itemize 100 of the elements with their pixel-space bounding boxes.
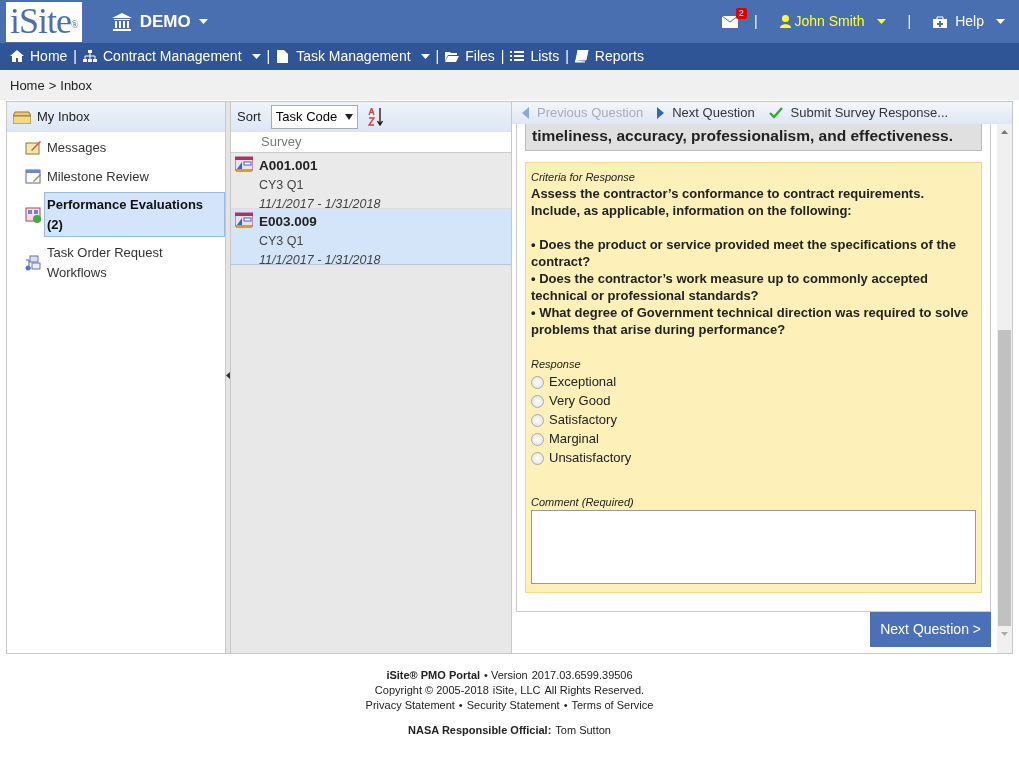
separator: |: [73, 47, 77, 66]
document-icon: [276, 50, 291, 63]
sidebar-item[interactable]: Task Order Request Workflows: [44, 240, 225, 285]
radio-option[interactable]: Very Good: [531, 391, 976, 411]
sidebar-item[interactable]: Messages: [44, 135, 110, 161]
radio-button[interactable]: [531, 394, 544, 408]
option-label: Satisfactory: [549, 411, 617, 430]
scroll-down-arrow-icon: [1001, 632, 1008, 637]
option-label: Unsatisfactory: [549, 449, 632, 468]
radio-option[interactable]: Satisfactory: [531, 410, 976, 430]
survey-code: A001.001: [259, 157, 319, 175]
footer-link[interactable]: 2017.03.6599.39506: [531, 668, 633, 683]
checkmark-icon: [768, 107, 783, 120]
comment-label: Comment (Required): [531, 494, 635, 510]
sort-ascending-icon: [368, 108, 385, 126]
sidebar-item[interactable]: Performance Evaluations (2): [44, 192, 225, 237]
hierarchy-icon: [83, 50, 97, 63]
option-label: Very Good: [549, 392, 611, 411]
medkit-icon: [933, 15, 948, 28]
radio-option[interactable]: Exceptional: [531, 372, 976, 392]
survey-form-icon: [235, 156, 253, 172]
user-icon: [779, 15, 791, 28]
scrollbar[interactable]: [997, 124, 1012, 653]
footer-text: iSite® PMO Portal: [386, 668, 481, 683]
triangle-left-icon: [522, 107, 529, 120]
footer-text: •: [563, 698, 568, 713]
footer-link[interactable]: iSite, LLC: [492, 683, 541, 698]
inbox-trays-icon: [13, 110, 31, 124]
breadcrumb-link[interactable]: Home: [10, 76, 45, 94]
footer-text: NASA Responsible Official:: [408, 723, 552, 738]
separator: |: [435, 47, 440, 66]
footer-text: •: [458, 698, 463, 713]
footer-link[interactable]: Privacy Statement: [365, 698, 455, 713]
nav-menu-item[interactable]: Reports: [568, 46, 650, 67]
nav-menu-item[interactable]: Files: [439, 46, 501, 67]
separator: |: [753, 12, 758, 31]
help-menu[interactable]: Help: [927, 10, 1011, 33]
caret-icon: [198, 19, 208, 24]
criteria-text: Assess the contractor’s conformance to contract requirements. Include, as applicable, information on the following:: [531, 185, 925, 219]
book-icon: [574, 50, 589, 63]
envelope-icon: [721, 15, 738, 28]
nav-menu-item[interactable]: Contract Management: [77, 46, 267, 67]
footer-link[interactable]: Security Statement: [466, 698, 560, 713]
criteria-label: Criteria for Response: [531, 169, 636, 185]
footer-link[interactable]: Tom Sutton: [555, 723, 611, 738]
bank-icon: [111, 12, 132, 31]
form-icon: [25, 206, 42, 223]
breadcrumb-current: Inbox: [60, 77, 93, 94]
radio-button[interactable]: [531, 375, 544, 389]
survey-code: E003.009: [259, 213, 318, 231]
nav-menu-item[interactable]: Lists: [504, 46, 566, 67]
radio-option[interactable]: Marginal: [531, 429, 976, 449]
separator: |: [266, 47, 271, 66]
sort-dropdown[interactable]: Task Code: [270, 105, 359, 129]
survey-period: CY3 Q1: [259, 233, 305, 251]
option-label: Exceptional: [549, 373, 617, 392]
sort-label: Sort: [237, 108, 261, 127]
splitter-bar[interactable]: [226, 102, 231, 653]
nav-menu-item[interactable]: Home: [4, 46, 74, 67]
toolbar-button[interactable]: Submit Survey Response...: [768, 103, 949, 123]
mail-button[interactable]: [721, 15, 738, 28]
column-header: Survey: [261, 134, 302, 149]
folder-icon: [445, 50, 460, 63]
unread-count-badge: 2: [735, 7, 747, 19]
response-label: Response: [531, 357, 582, 372]
nav-menu-item[interactable]: Task Management: [270, 46, 436, 67]
next-question-button[interactable]: Next Question >: [870, 612, 991, 647]
separator: |: [500, 47, 505, 66]
footer-text: Copyright © 2005-2018: [374, 683, 489, 698]
criteria-text: • Does the product or service provided meet the specifications of the contract?: [531, 236, 957, 270]
radio-option[interactable]: Unsatisfactory: [531, 448, 976, 468]
scroll-up-arrow-icon: [1001, 130, 1008, 135]
sidebar-item[interactable]: Milestone Review: [44, 163, 152, 189]
calendar-icon: [25, 168, 42, 185]
collapse-arrow-icon: [226, 372, 230, 379]
survey-period: CY3 Q1: [259, 177, 305, 195]
option-label: Marginal: [549, 430, 599, 449]
footer-text: All Rights Reserved.: [544, 683, 645, 698]
radio-button[interactable]: [531, 451, 544, 465]
breadcrumb-separator: >: [48, 77, 57, 94]
sidebar-title: My Inbox: [37, 108, 90, 127]
survey-form-icon: [235, 212, 253, 228]
footer-link[interactable]: Terms of Service: [571, 698, 654, 713]
comment-field[interactable]: [531, 510, 976, 584]
list-icon: [510, 50, 525, 63]
radio-button[interactable]: [531, 413, 544, 427]
separator: |: [907, 12, 912, 31]
question-text: timeliness, accuracy, professionalism, and effectiveness.: [525, 124, 982, 151]
caret-icon: [996, 19, 1005, 24]
toolbar-button[interactable]: Next Question: [657, 103, 755, 123]
radio-button[interactable]: [531, 432, 544, 446]
user-menu[interactable]: John Smith: [773, 10, 892, 33]
sort-order-button[interactable]: [368, 108, 385, 126]
caret-icon: [876, 19, 886, 24]
site-dropdown[interactable]: DEMO: [105, 7, 214, 36]
house-icon: [10, 50, 24, 63]
criteria-text: • What degree of Government technical direction was required to solve problems that arise during performance?: [531, 304, 970, 338]
survey-list-item[interactable]: A001.001 CY3 Q1 11/1/2017 - 1/31/2018: [231, 153, 511, 209]
survey-list-item[interactable]: E003.009 CY3 Q1 11/1/2017 - 1/31/2018: [231, 209, 511, 265]
footer-text: • Version: [484, 668, 528, 683]
